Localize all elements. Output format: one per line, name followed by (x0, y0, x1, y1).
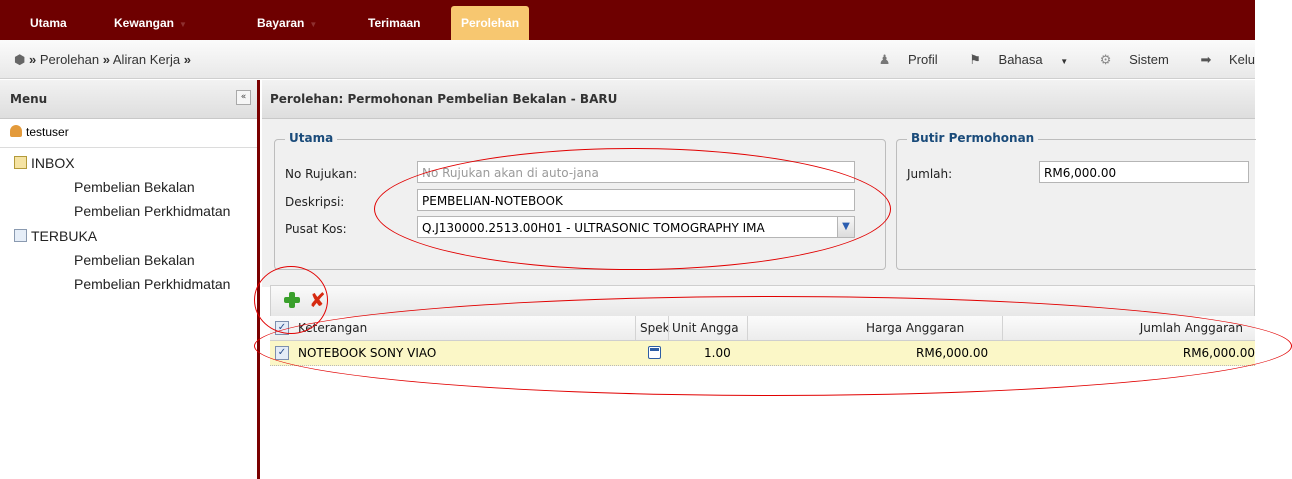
butir-permohonan-fieldset: Butir Permohonan Jumlah: RM6,000.00 (896, 131, 1256, 270)
grid-header: ✓ Keterangan Spek Unit Angga Harga Angga… (270, 316, 1255, 341)
sidebar-item-terbuka-pembelian-perkhidmatan[interactable]: Pembelian Perkhidmatan (74, 276, 230, 292)
nav-tab-terimaan[interactable]: Terimaan (368, 6, 420, 40)
deskripsi-field[interactable]: PEMBELIAN-NOTEBOOK (417, 189, 855, 211)
row-checkbox[interactable]: ✓ (275, 346, 289, 360)
select-all-checkbox[interactable]: ✓ (275, 321, 289, 335)
delete-row-x-icon[interactable]: ✘ (309, 288, 326, 312)
keluar-link[interactable]: ➡ Kelu (1186, 52, 1255, 67)
gear-icon: ⚙ (1099, 52, 1112, 67)
col-header-harga[interactable]: Harga Anggaran (866, 321, 964, 335)
jumlah-field[interactable]: RM6,000.00 (1039, 161, 1249, 183)
sistem-link[interactable]: ⚙ Sistem (1086, 52, 1169, 67)
main-panel: Perolehan: Permohonan Pembelian Bekalan … (262, 80, 1256, 479)
col-header-spek[interactable]: Spek (640, 321, 670, 335)
dropdown-caret-icon: ▼ (309, 20, 318, 29)
grid-toolbar: ✘ (270, 285, 1255, 317)
nav-tab-kewangan[interactable]: Kewangan ▼ (114, 6, 187, 40)
breadcrumb-bar: ⬢ » Perolehan » Aliran Kerja » ♟ Profil … (0, 40, 1255, 79)
logout-arrow-icon: ➡ (1200, 52, 1212, 67)
sidebar-item-terbuka-pembelian-bekalan[interactable]: Pembelian Bekalan (74, 252, 195, 268)
no-rujukan-label: No Rujukan: (285, 167, 358, 181)
nav-tab-bayaran[interactable]: Bayaran ▼ (257, 6, 317, 40)
main-header: Perolehan: Permohonan Pembelian Bekalan … (262, 80, 1255, 119)
nav-tab-utama[interactable]: Utama (30, 6, 67, 40)
sidebar-group-terbuka[interactable]: TERBUKA (14, 228, 97, 244)
breadcrumb-item-perolehan[interactable]: Perolehan (40, 52, 99, 67)
inbox-icon (14, 156, 27, 169)
page-title: Perolehan: Permohonan Pembelian Bekalan … (270, 92, 618, 106)
folder-open-icon (14, 229, 27, 242)
cell-unit: 1.00 (704, 346, 731, 360)
cell-jumlah: RM6,000.00 (1182, 346, 1255, 360)
breadcrumb: ⬢ » Perolehan » Aliran Kerja » (14, 52, 191, 67)
add-row-plus-icon[interactable] (284, 292, 300, 308)
col-header-jumlah[interactable]: Jumlah Anggaran (1140, 321, 1243, 335)
table-row[interactable]: ✓ NOTEBOOK SONY VIAO 1.00 RM6,000.00 RM6… (270, 341, 1255, 366)
no-rujukan-field[interactable]: No Rujukan akan di auto-jana (417, 161, 855, 183)
home-icon[interactable]: ⬢ (14, 52, 25, 67)
butir-permohonan-legend: Butir Permohonan (907, 131, 1039, 145)
spec-window-icon[interactable] (648, 346, 661, 359)
pusat-kos-select[interactable]: Q.J130000.2513.00H01 - ULTRASONIC TOMOGR… (417, 216, 855, 238)
utama-fieldset: Utama No Rujukan: No Rujukan akan di aut… (274, 131, 886, 270)
nav-tab-perolehan[interactable]: Perolehan (451, 6, 530, 40)
user-icon (10, 125, 22, 137)
form-area: Utama No Rujukan: No Rujukan akan di aut… (262, 119, 1256, 287)
cell-harga: RM6,000.00 (916, 346, 989, 360)
profil-link[interactable]: ♟ Profil (865, 52, 938, 67)
sidebar-header: Menu « (0, 80, 257, 119)
breadcrumb-item-aliran-kerja[interactable]: Aliran Kerja (113, 52, 180, 67)
collapse-sidebar-button[interactable]: « (236, 90, 251, 105)
flag-icon: ⚑ (969, 52, 981, 67)
col-header-keterangan[interactable]: Keterangan (298, 321, 367, 335)
dropdown-caret-icon: ▼ (1060, 57, 1069, 66)
cell-keterangan: NOTEBOOK SONY VIAO (298, 346, 437, 360)
chevron-down-icon[interactable]: ▼ (837, 217, 854, 237)
sidebar-item-inbox-pembelian-perkhidmatan[interactable]: Pembelian Perkhidmatan (74, 203, 230, 219)
item-grid: ✘ ✓ Keterangan Spek Unit Angga Harga Ang… (270, 285, 1255, 479)
user-icon: ♟ (878, 52, 891, 67)
sidebar-title: Menu (10, 92, 48, 106)
jumlah-label: Jumlah: (907, 167, 953, 181)
col-header-unit[interactable]: Unit Angga (672, 321, 739, 335)
bahasa-menu[interactable]: ⚑ Bahasa ▼ (955, 52, 1068, 67)
deskripsi-label: Deskripsi: (285, 195, 345, 209)
sidebar-user: testuser (0, 119, 257, 148)
dropdown-caret-icon: ▼ (179, 20, 187, 29)
sidebar-item-inbox-pembelian-bekalan[interactable]: Pembelian Bekalan (74, 179, 195, 195)
pusat-kos-label: Pusat Kos: (285, 222, 347, 236)
user-menu: ♟ Profil ⚑ Bahasa ▼ ⚙ Sistem ➡ Kelu (851, 52, 1255, 68)
sidebar: Menu « testuser INBOX Pembelian Bekalan … (0, 80, 260, 479)
utama-legend: Utama (285, 131, 338, 145)
sidebar-group-inbox[interactable]: INBOX (14, 155, 75, 171)
top-navigation: Utama Kewangan ▼ Bayaran ▼ Terimaan Perole… (0, 0, 1255, 40)
